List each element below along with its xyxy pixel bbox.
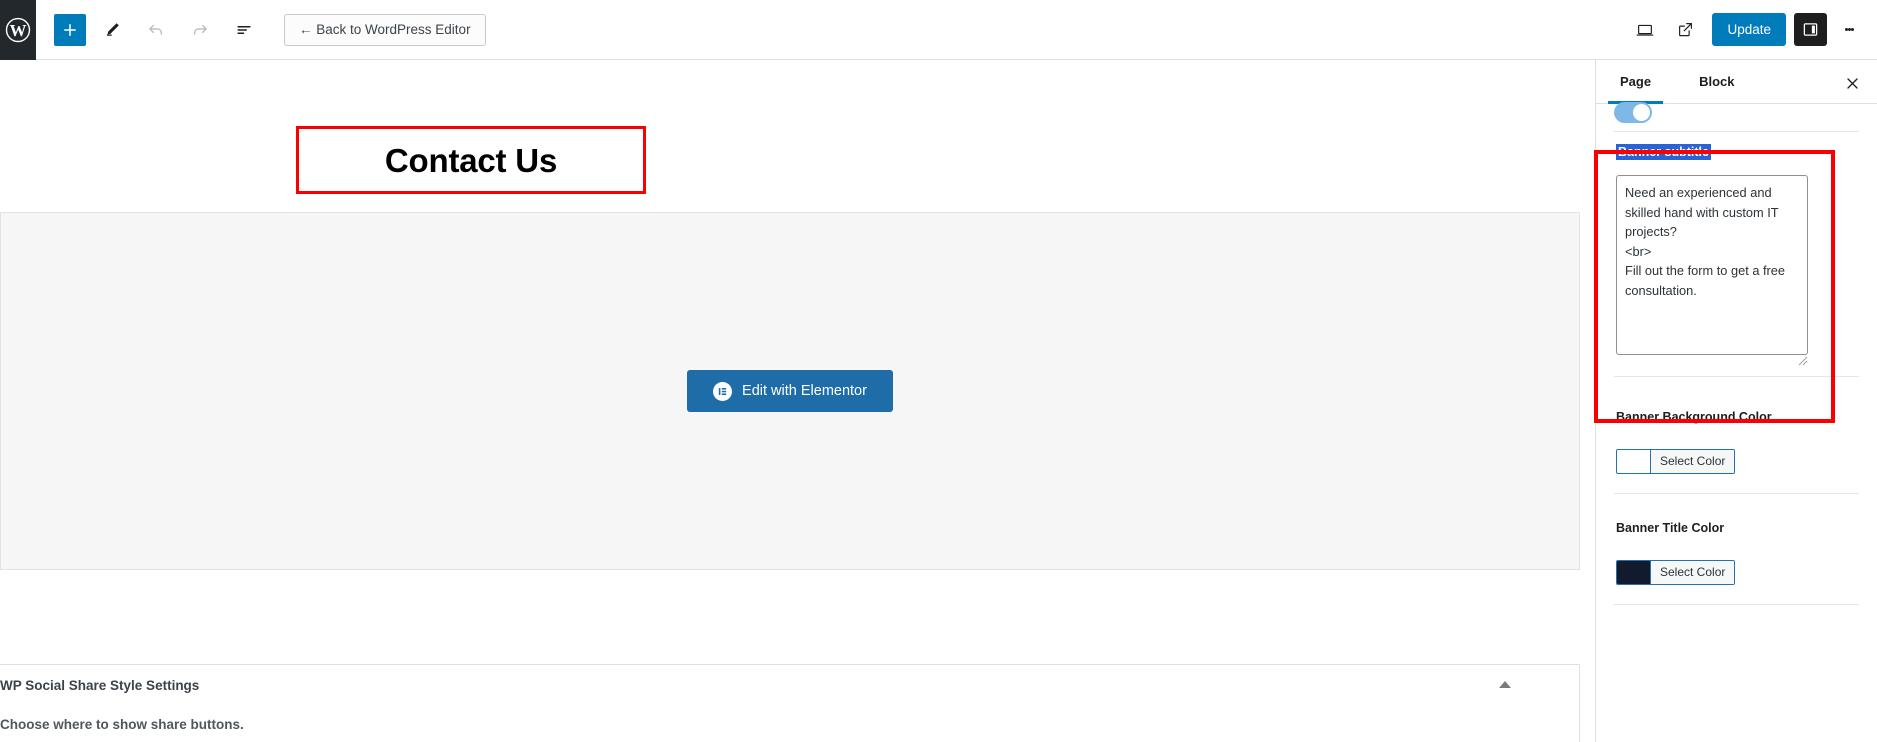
wordpress-logo-icon[interactable]: W [0,0,36,60]
undo-button[interactable] [138,12,174,48]
banner-background-color-picker[interactable]: Select Color [1616,449,1736,474]
update-button[interactable]: Update [1712,13,1786,46]
tools-pencil-button[interactable] [94,12,130,48]
desktop-preview-icon[interactable] [1626,11,1664,49]
settings-sidebar-icon[interactable] [1794,13,1827,46]
edit-with-elementor-button[interactable]: Edit with Elementor [687,370,893,412]
redo-button[interactable] [182,12,218,48]
banner-background-select-color-label: Select Color [1650,450,1735,473]
toolbar-right-group: Update [1626,11,1877,49]
kebab-menu-icon[interactable] [1833,11,1865,49]
edit-with-elementor-label: Edit with Elementor [742,383,867,399]
elementor-placeholder-block: Edit with Elementor [0,212,1580,570]
external-link-icon[interactable] [1666,11,1704,49]
sidebar-body: Banner subtitle Banner Background Color … [1596,102,1877,742]
sidebar-divider [1614,493,1859,494]
banner-title-color-label: Banner Title Color [1616,521,1725,535]
textarea-resize-handle[interactable] [1796,354,1808,366]
banner-subtitle-label: Banner subtitle [1616,144,1711,160]
social-settings-subtitle: Choose where to show share buttons. [0,717,244,732]
banner-background-color-label: Banner Background Color [1616,410,1772,424]
banner-title-color-swatch [1617,561,1650,584]
settings-sidebar: Page Block Banner subtitle Need an exper… [1595,60,1877,742]
banner-subtitle-textarea[interactable] [1616,175,1808,355]
setting-toggle-row [1614,102,1652,123]
toggle-knob [1633,104,1650,121]
list-view-button[interactable] [226,12,262,48]
sidebar-divider [1614,131,1859,132]
svg-text:W: W [10,20,27,39]
sidebar-divider [1614,604,1859,605]
banner-enable-toggle[interactable] [1614,102,1652,123]
sidebar-tab-bar: Page Block [1596,60,1877,104]
banner-background-color-swatch [1617,450,1650,473]
tab-block[interactable]: Block [1693,60,1740,104]
chevron-up-icon[interactable] [1499,681,1511,688]
social-panel-header: WP Social Share Style Settings [0,665,1579,707]
wp-social-share-settings-panel: WP Social Share Style Settings Choose wh… [0,664,1580,742]
social-settings-title: WP Social Share Style Settings [0,678,200,693]
banner-title-select-color-label: Select Color [1650,561,1735,584]
banner-title-color-picker[interactable]: Select Color [1616,560,1736,585]
add-block-button[interactable] [54,13,86,46]
wordpress-block-editor: W ← Back to WordPress Editor Update Cont… [0,0,1877,742]
toolbar-left-group: ← Back to WordPress Editor [36,12,486,48]
tab-page[interactable]: Page [1607,60,1664,104]
back-to-wordpress-editor-button[interactable]: ← Back to WordPress Editor [284,13,486,46]
page-title[interactable]: Contact Us [296,128,646,194]
sidebar-divider [1614,376,1859,377]
elementor-logo-icon [713,381,733,401]
close-icon[interactable] [1841,72,1863,94]
editor-toolbar: W ← Back to WordPress Editor Update [0,0,1877,60]
page-title-block[interactable]: Contact Us [296,128,646,196]
editor-canvas: Contact Us Edit with Elementor WP Social… [0,60,1595,742]
